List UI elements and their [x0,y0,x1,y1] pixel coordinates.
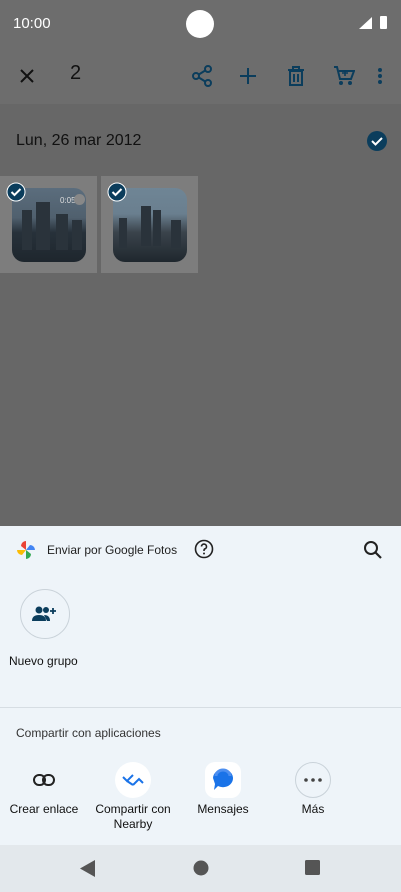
date-header: Lun, 26 mar 2012 [16,132,142,149]
more-horizontal-icon [295,762,331,798]
select-all-check-icon[interactable] [366,130,388,152]
link-icon [26,762,62,798]
messages-icon [205,762,241,798]
trash-icon[interactable] [282,62,310,90]
more-apps-button[interactable]: Más [268,762,358,817]
app-label: Más [301,802,325,816]
play-icon [74,194,85,205]
help-icon[interactable] [194,539,214,559]
apps-section-title: Compartir con aplicaciones [16,726,161,740]
nearby-icon [115,762,151,798]
google-photos-icon [17,541,35,559]
navigation-bar [0,845,401,892]
selected-check-icon[interactable] [107,182,127,202]
media-item-photo[interactable] [101,176,198,273]
status-time: 10:00 [13,15,51,32]
overflow-menu-icon[interactable] [366,62,394,90]
selected-check-icon[interactable] [6,182,26,202]
home-icon[interactable] [193,860,209,876]
share-sheet-header: Enviar por Google Fotos [0,526,401,574]
camera-cutout [186,10,214,38]
new-group-label: Nuevo grupo [9,654,78,668]
create-link-button[interactable]: Crear enlace [0,762,89,817]
app-label: Mensajes [197,802,249,816]
status-bar: 10:00 [0,0,401,48]
new-group-button[interactable] [20,589,70,639]
battery-icon [380,16,387,29]
share-sheet-title: Enviar por Google Fotos [47,543,178,557]
selection-action-bar: 2 [0,48,401,104]
messages-app-button[interactable]: Mensajes [178,762,268,817]
add-group-icon [32,606,56,621]
media-item-video[interactable]: 0:05 [0,176,97,273]
recents-icon[interactable] [305,860,320,875]
search-icon[interactable] [362,539,384,561]
app-label: Compartir con Nearby [95,802,171,831]
selected-count: 2 [70,62,82,84]
photo-grid-area: Lun, 26 mar 2012 0:05 [0,104,401,526]
divider [0,707,401,708]
signal-icon [359,17,372,29]
cart-icon[interactable] [330,62,358,90]
back-icon[interactable] [80,860,96,877]
nearby-share-button[interactable]: Compartir con Nearby [88,762,178,832]
close-icon[interactable] [13,62,41,90]
share-sheet: Enviar por Google Fotos Nuevo grupo Comp… [0,526,401,845]
app-label: Crear enlace [9,802,79,816]
add-icon[interactable] [234,62,262,90]
share-icon[interactable] [188,62,216,90]
